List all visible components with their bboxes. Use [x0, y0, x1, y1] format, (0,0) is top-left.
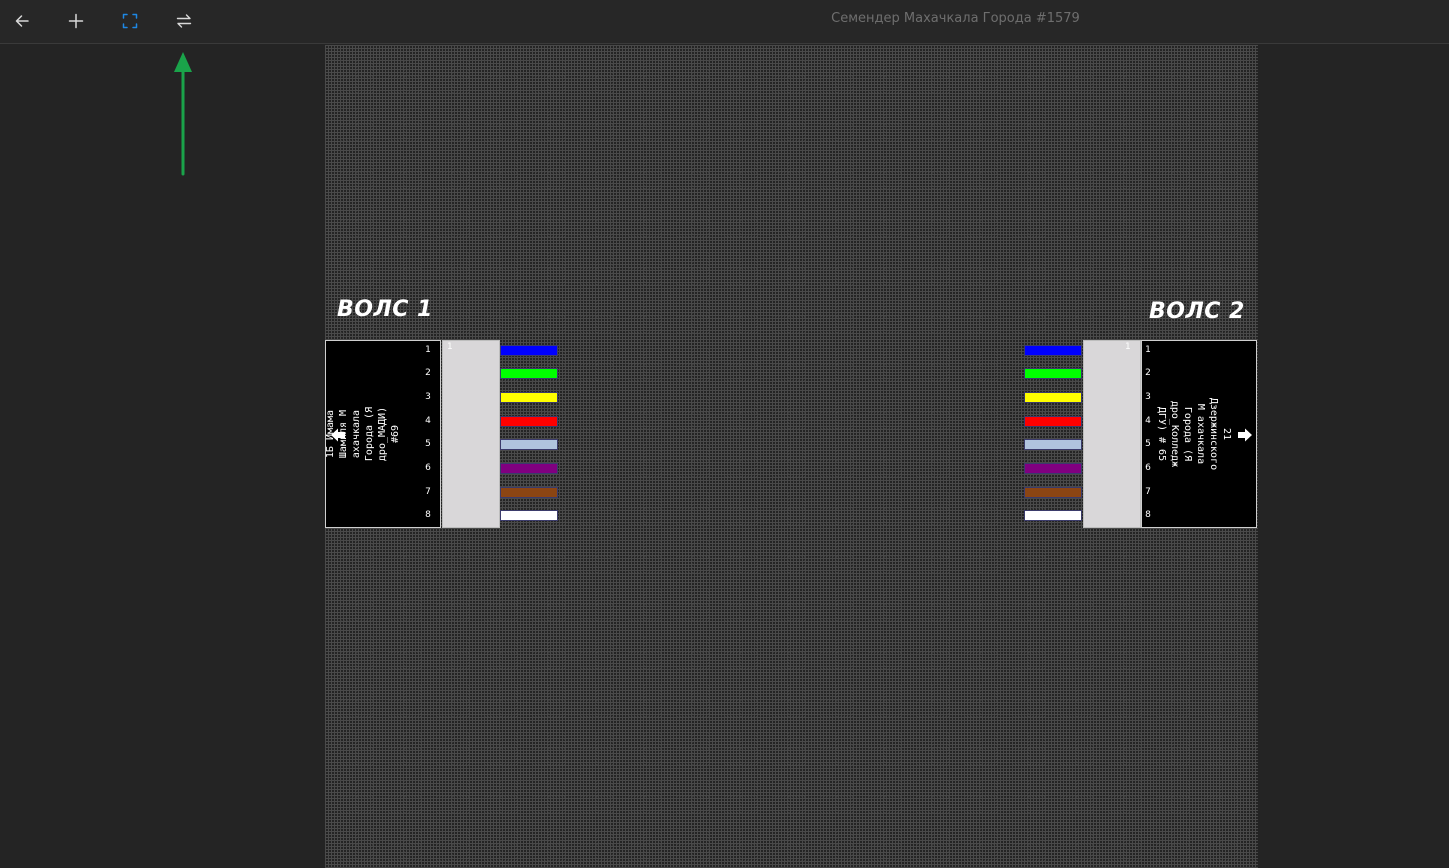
- cable-2-fiber-6[interactable]: [1024, 463, 1082, 474]
- cable-2-fiber-number: 1: [1145, 345, 1151, 355]
- splice-canvas[interactable]: ВОЛС 1 1Б Имама Шамиля М ахачкала Города…: [325, 45, 1258, 868]
- back-button[interactable]: [8, 8, 36, 34]
- arrow-left-icon[interactable]: [330, 427, 346, 443]
- fit-screen-button[interactable]: [116, 8, 144, 34]
- arrow-right-icon[interactable]: [1237, 427, 1253, 443]
- cable-1-fiber-number: 4: [425, 416, 431, 426]
- cable-1-fiber-number: 8: [425, 510, 431, 520]
- swap-icon: [176, 14, 192, 28]
- cable-1-fiber-1[interactable]: [500, 345, 558, 356]
- cable-1-label: ВОЛС 1: [337, 297, 433, 322]
- swap-button[interactable]: [170, 8, 198, 34]
- cable-2-fiber-5[interactable]: [1024, 439, 1082, 450]
- page-title: Семендер Махачкала Города #1579: [831, 11, 1080, 26]
- cable-2-fiber-2[interactable]: [1024, 368, 1082, 379]
- toolbar: Семендер Махачкала Города #1579: [0, 0, 1449, 44]
- cable-2-label: ВОЛС 2: [1149, 299, 1245, 324]
- cable-1-fiber-3[interactable]: [500, 392, 558, 403]
- hint-arrow-icon: [174, 52, 192, 176]
- cable-2-fiber-number: 7: [1145, 487, 1151, 497]
- cable-1-fiber-6[interactable]: [500, 463, 558, 474]
- cable-1-splitter[interactable]: 1: [442, 340, 500, 528]
- cable-2-name: 21 Дзержинского М ахачкала Города (Я дро…: [1156, 397, 1232, 471]
- cable-1-fiber-number: 1: [425, 345, 431, 355]
- fit-screen-icon: [122, 13, 138, 29]
- cable-2-fiber-number: 6: [1145, 463, 1151, 473]
- cable-1-fiber-2[interactable]: [500, 368, 558, 379]
- cable-1-splitter-number: 1: [447, 342, 453, 352]
- cable-2-fiber-number: 8: [1145, 510, 1151, 520]
- cable-1-fiber-number: 7: [425, 487, 431, 497]
- cable-2-fiber-number: 2: [1145, 368, 1151, 378]
- cable-2-fiber-number: 3: [1145, 392, 1151, 402]
- cable-1-fiber-8[interactable]: [500, 510, 558, 521]
- cable-1-box[interactable]: 1Б Имама Шамиля М ахачкала Города (Я дро…: [325, 340, 441, 528]
- cable-1-fiber-5[interactable]: [500, 439, 558, 450]
- cable-2-fiber-3[interactable]: [1024, 392, 1082, 403]
- cable-2-fiber-4[interactable]: [1024, 416, 1082, 427]
- cable-1-fiber-4[interactable]: [500, 416, 558, 427]
- cable-1-fiber-number: 5: [425, 439, 431, 449]
- add-button[interactable]: [62, 8, 90, 34]
- cable-2-splitter[interactable]: 1: [1083, 340, 1141, 528]
- cable-1-fiber-7[interactable]: [500, 487, 558, 498]
- cable-2-box[interactable]: 21 Дзержинского М ахачкала Города (Я дро…: [1141, 340, 1257, 528]
- cable-2-fiber-1[interactable]: [1024, 345, 1082, 356]
- plus-icon: [68, 13, 84, 29]
- cable-2-fiber-7[interactable]: [1024, 487, 1082, 498]
- cable-1-fiber-number: 2: [425, 368, 431, 378]
- cable-2-fiber-8[interactable]: [1024, 510, 1082, 521]
- cable-2-fiber-number: 5: [1145, 439, 1151, 449]
- cable-1-fiber-number: 6: [425, 463, 431, 473]
- cable-2-splitter-number: 1: [1125, 342, 1131, 352]
- cable-2-name-wrap: 21 Дзержинского М ахачкала Города (Я дро…: [1156, 341, 1232, 527]
- arrow-left-icon: [15, 15, 29, 27]
- cable-1-fiber-number: 3: [425, 392, 431, 402]
- cable-2-fiber-number: 4: [1145, 416, 1151, 426]
